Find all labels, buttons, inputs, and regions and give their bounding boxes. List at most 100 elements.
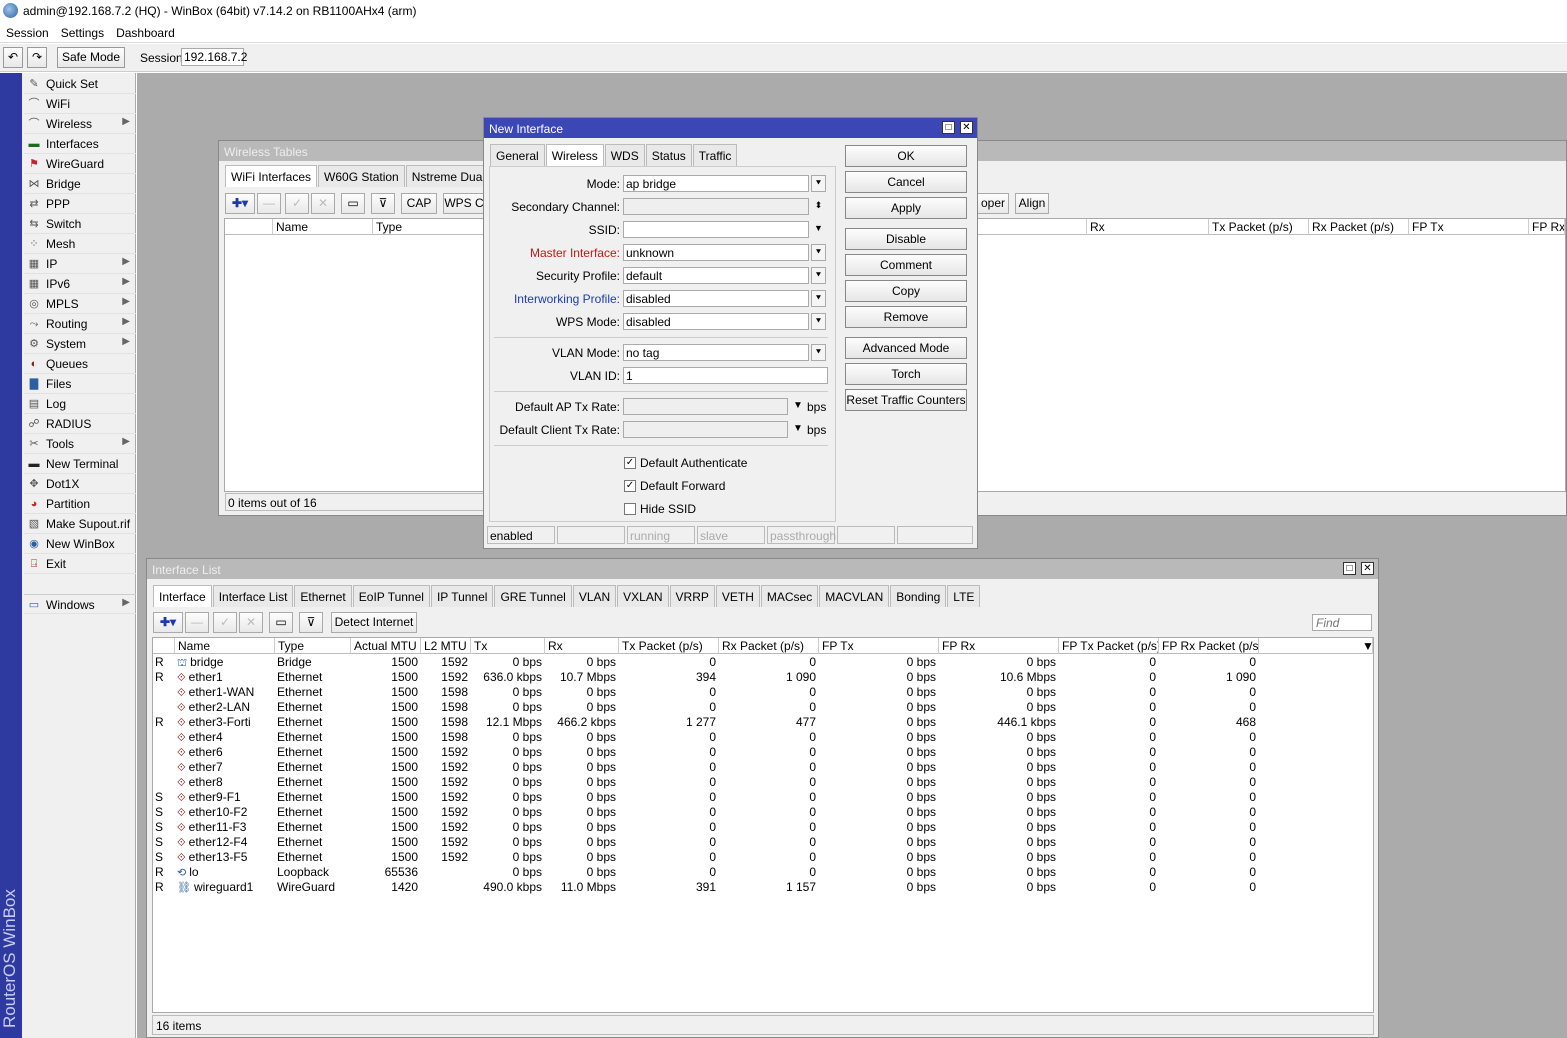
cap-button[interactable]: CAP — [401, 193, 437, 214]
apply-button[interactable]: Apply — [845, 197, 967, 219]
tab-general[interactable]: General — [490, 144, 545, 166]
tab-vrrp[interactable]: VRRP — [669, 585, 715, 607]
remove-icon[interactable]: — — [185, 612, 209, 633]
dropdown-arrow-icon[interactable]: ⯆ — [811, 313, 826, 330]
tab-bonding[interactable]: Bonding — [890, 585, 947, 607]
advanced-mode-button[interactable]: Advanced Mode — [845, 337, 967, 359]
table-row[interactable]: S ⟐ ether9-F1 Ethernet 1500 1592 0 bps 0 bps 0 0 0… — [153, 790, 1373, 805]
disable-icon[interactable]: ✕ — [239, 612, 263, 633]
sidebar-item-interfaces[interactable]: ▬ Interfaces — [24, 134, 136, 154]
table-row[interactable]: ⟐ ether6 Ethernet 1500 1592 0 bps 0 bps 0 0 0 bps… — [153, 745, 1373, 760]
sidebar-item-bridge[interactable]: ⋈ Bridge — [24, 174, 136, 194]
tab-ethernet[interactable]: Ethernet — [294, 585, 352, 607]
col-rx-packet-p-s[interactable]: Rx Packet (p/s) — [719, 638, 819, 654]
filter-icon[interactable]: ⊽ — [371, 193, 395, 214]
sidebar-item-windows[interactable]: ▭ Windows ▶ — [24, 594, 136, 614]
master-interface-field[interactable]: unknown — [623, 244, 809, 261]
detect-internet-button[interactable]: Detect Internet — [331, 612, 417, 633]
tab-wireless[interactable]: Wireless — [545, 144, 604, 166]
hide-ssid-checkbox[interactable] — [624, 503, 636, 515]
col-fp-rx[interactable]: FP Rx — [1529, 219, 1565, 235]
close-icon[interactable]: ✕ — [1361, 562, 1374, 575]
tab-wds[interactable]: WDS — [604, 144, 645, 166]
filter-icon[interactable]: ⊽ — [299, 612, 323, 633]
close-icon[interactable]: ✕ — [960, 121, 973, 134]
wps-mode-field[interactable]: disabled — [623, 313, 809, 330]
col-rx[interactable]: Rx — [1087, 219, 1209, 235]
dropdown-arrow-icon[interactable]: ▼ — [811, 221, 826, 238]
tab-veth[interactable]: VETH — [715, 585, 760, 607]
disable-icon[interactable]: ✕ — [311, 193, 335, 214]
col-name[interactable]: Name — [273, 219, 373, 235]
ok-button[interactable]: OK — [845, 145, 967, 167]
tab-vxlan[interactable]: VXLAN — [617, 585, 669, 607]
table-row[interactable]: S ⟐ ether12-F4 Ethernet 1500 1592 0 bps 0 bps 0 0… — [153, 835, 1373, 850]
sidebar-item-mesh[interactable]: ⁘ Mesh — [24, 234, 136, 254]
table-row[interactable]: ⟐ ether1-WAN Ethernet 1500 1598 0 bps 0 bps 0 0 0… — [153, 685, 1373, 700]
default-authenticate-checkbox[interactable]: ✓ — [624, 457, 636, 469]
comment-button[interactable]: Comment — [845, 254, 967, 276]
tab-interface-list[interactable]: Interface List — [212, 585, 294, 607]
secondary-channel-field[interactable] — [623, 198, 809, 215]
dropdown-arrow-icon[interactable]: ⯆ — [811, 290, 826, 307]
sidebar-item-radius[interactable]: ☍ RADIUS — [24, 414, 136, 434]
tab-wifi-interfaces[interactable]: WiFi Interfaces — [225, 165, 318, 187]
copy-button[interactable]: Copy — [845, 280, 967, 302]
table-row[interactable]: S ⟐ ether13-F5 Ethernet 1500 1592 0 bps 0 bps 0 0… — [153, 850, 1373, 865]
table-row[interactable]: S ⟐ ether10-F2 Ethernet 1500 1592 0 bps 0 bps 0 0… — [153, 805, 1373, 820]
add-icon[interactable]: ✚▾ — [153, 612, 183, 633]
default-client-tx-rate-field[interactable] — [623, 421, 788, 438]
sidebar-item-make-supout-rif[interactable]: ▧ Make Supout.rif — [24, 514, 136, 534]
dropdown-arrow-icon[interactable]: ⯆ — [811, 244, 826, 261]
sidebar-item-ppp[interactable]: ⇄ PPP — [24, 194, 136, 214]
sidebar-item-quick-set[interactable]: ✎ Quick Set — [24, 74, 136, 94]
col-l2-mtu[interactable]: L2 MTU — [421, 638, 471, 654]
col-fp-rx-packet-p-s[interactable]: FP Rx Packet (p/s) — [1159, 638, 1259, 654]
remove-icon[interactable]: — — [257, 193, 281, 214]
table-row[interactable]: R ⛓ wireguard1 WireGuard 1420 490.0 kbps 11.0 … — [153, 880, 1373, 895]
vlan-mode-field[interactable]: no tag — [623, 344, 809, 361]
table-row[interactable]: R ⟐ ether1 Ethernet 1500 1592 636.0 kbps 10.7 M… — [153, 670, 1373, 685]
sidebar-item-wireguard[interactable]: ⚑ WireGuard — [24, 154, 136, 174]
dropdown-arrow-icon[interactable]: ⯆ — [811, 344, 826, 361]
find-input[interactable] — [1312, 614, 1372, 631]
dropdown-arrow-icon[interactable]: ▼ — [793, 400, 803, 411]
dropdown-arrow-icon[interactable]: ⯆ — [811, 175, 826, 192]
reset-traffic-counters-button[interactable]: Reset Traffic Counters — [845, 389, 967, 411]
col-type[interactable]: Type — [275, 638, 351, 654]
dropdown-arrow-icon[interactable]: ⯆ — [811, 267, 826, 284]
cancel-button[interactable]: Cancel — [845, 171, 967, 193]
tab-vlan[interactable]: VLAN — [572, 585, 617, 607]
table-row[interactable]: ⟐ ether4 Ethernet 1500 1598 0 bps 0 bps 0 0 0 bps… — [153, 730, 1373, 745]
maximize-icon[interactable]: □ — [1343, 562, 1356, 575]
tab-macsec[interactable]: MACsec — [760, 585, 819, 607]
menu-session[interactable]: Session — [0, 23, 55, 43]
col-tx-packet[interactable]: Tx Packet (p/s) — [1209, 219, 1309, 235]
col-fp-tx[interactable]: FP Tx — [1409, 219, 1529, 235]
sidebar-item-new-winbox[interactable]: ◉ New WinBox — [24, 534, 136, 554]
mode-field[interactable]: ap bridge — [623, 175, 809, 192]
comment-icon[interactable]: ▭ — [341, 193, 365, 214]
safe-mode-button[interactable]: Safe Mode — [57, 47, 125, 68]
col-actual-mtu[interactable]: Actual MTU — [351, 638, 421, 654]
security-profile-field[interactable]: default — [623, 267, 809, 284]
up-down-arrow-icon[interactable]: ⬍ — [811, 198, 826, 215]
default-forward-checkbox[interactable]: ✓ — [624, 480, 636, 492]
sidebar-item-mpls[interactable]: ◎ MPLS ▶ — [24, 294, 136, 314]
tab-nstreme-dual[interactable]: Nstreme Dual — [405, 165, 492, 187]
table-row[interactable]: ⟐ ether7 Ethernet 1500 1592 0 bps 0 bps 0 0 0 bps… — [153, 760, 1373, 775]
session-field[interactable]: 192.168.7.2 — [181, 48, 247, 66]
vlan-id-field[interactable]: 1 — [623, 367, 828, 384]
sidebar-item-new-terminal[interactable]: ▬ New Terminal — [24, 454, 136, 474]
add-icon[interactable]: ✚▾ — [225, 193, 255, 214]
menu-dashboard[interactable]: Dashboard — [110, 23, 181, 43]
tab-status[interactable]: Status — [645, 144, 692, 166]
col-tx[interactable]: Tx — [471, 638, 545, 654]
sidebar-item-system[interactable]: ⚙ System ▶ — [24, 334, 136, 354]
col-rx[interactable]: Rx — [545, 638, 619, 654]
tab-macvlan[interactable]: MACVLAN — [819, 585, 890, 607]
sidebar-item-tools[interactable]: ✂ Tools ▶ — [24, 434, 136, 454]
table-row[interactable]: S ⟐ ether11-F3 Ethernet 1500 1592 0 bps 0 bps 0 0… — [153, 820, 1373, 835]
sidebar-item-exit[interactable]: ⍈ Exit — [24, 554, 136, 574]
table-row[interactable]: R ⛫ bridge Bridge 1500 1592 0 bps 0 bps 0 0 0 bps 0… — [153, 655, 1373, 670]
